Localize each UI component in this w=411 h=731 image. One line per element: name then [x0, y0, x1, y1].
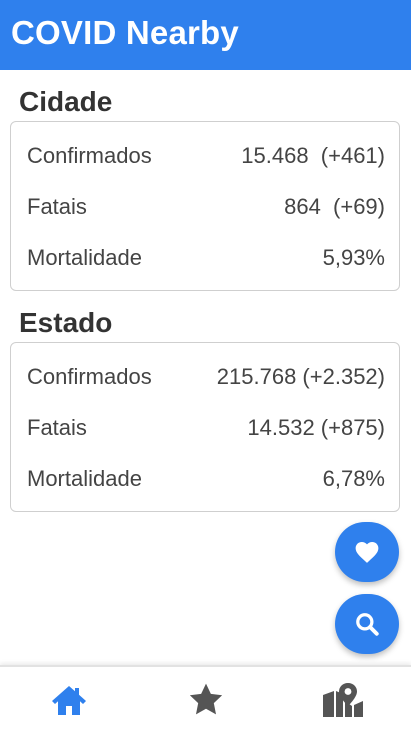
city-fatal-label: Fatais	[27, 194, 87, 219]
state-confirmed-value: 215.768 (+2.352)	[216, 364, 385, 389]
state-fatal-label: Fatais	[27, 415, 87, 440]
nav-map-button[interactable]	[274, 667, 411, 731]
city-confirmed-row: Confirmados 15.468 (+461)	[27, 143, 385, 173]
state-stats-card: Confirmados 215.768 (+2.352) Fatais 14.5…	[10, 342, 400, 512]
favorite-fab-button[interactable]	[335, 522, 399, 582]
map-marker-icon	[322, 683, 363, 717]
city-fatal-value: 864 (+69)	[284, 194, 385, 219]
star-icon	[189, 683, 222, 715]
state-mortality-label: Mortalidade	[27, 466, 142, 491]
state-mortality-value: 6,78%	[322, 466, 385, 491]
city-section-title: Cidade	[19, 86, 113, 117]
city-mortality-row: Mortalidade 5,93%	[27, 245, 385, 275]
nav-home-button[interactable]	[0, 667, 137, 731]
search-icon	[356, 613, 379, 636]
state-mortality-row: Mortalidade 6,78%	[27, 466, 385, 496]
state-confirmed-row: Confirmados 215.768 (+2.352)	[27, 364, 385, 394]
state-confirmed-label: Confirmados	[27, 364, 152, 389]
app-title: COVID Nearby	[11, 14, 239, 51]
city-confirmed-value: 15.468 (+461)	[241, 143, 385, 168]
nav-favorites-button[interactable]	[137, 667, 274, 731]
bottom-navigation	[0, 665, 411, 731]
city-mortality-value: 5,93%	[322, 245, 385, 270]
search-fab-button[interactable]	[335, 594, 399, 654]
state-fatal-value: 14.532 (+875)	[247, 415, 385, 440]
heart-icon	[355, 542, 379, 563]
home-icon	[51, 686, 86, 715]
city-confirmed-label: Confirmados	[27, 143, 152, 168]
city-mortality-label: Mortalidade	[27, 245, 142, 270]
city-stats-card: Confirmados 15.468 (+461) Fatais 864 (+6…	[10, 121, 400, 291]
state-fatal-row: Fatais 14.532 (+875)	[27, 415, 385, 445]
city-fatal-row: Fatais 864 (+69)	[27, 194, 385, 224]
state-section-title: Estado	[19, 307, 113, 338]
app-bar: COVID Nearby	[0, 0, 411, 70]
